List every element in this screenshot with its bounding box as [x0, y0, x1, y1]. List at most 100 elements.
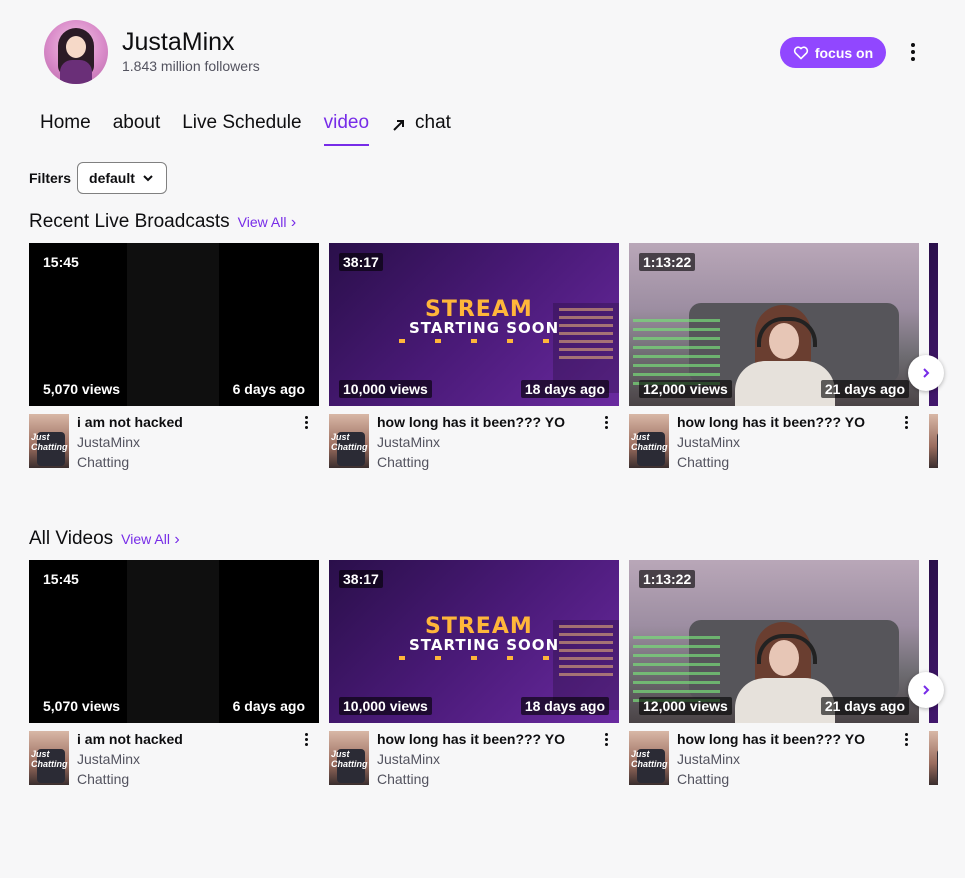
thumbnail-text-starting-soon: STARTING SOON — [409, 636, 560, 654]
category-box-art[interactable]: Just Chatting — [329, 731, 369, 785]
thumbnail-text-starting-soon: STARTING SOON — [409, 319, 560, 337]
video-card[interactable]: STREAM STARTING SOON 38:17 10,000 views … — [329, 560, 619, 789]
video-more-options-icon[interactable] — [605, 416, 609, 430]
video-category[interactable]: Chatting — [77, 454, 129, 470]
video-thumbnail[interactable]: 15:45 5,070 views 6 days ago — [29, 243, 319, 406]
heart-icon — [793, 45, 808, 59]
video-card[interactable]: 1:13:22 12,000 views 21 days ago Just Ch… — [629, 243, 919, 472]
video-row-all: 15:45 5,070 views 6 days ago Just Chatti… — [29, 560, 938, 790]
category-box-art[interactable]: Just Chatting — [629, 731, 669, 785]
category-box-art[interactable]: Just Chatting — [629, 414, 669, 468]
view-count-badge: 10,000 views — [339, 380, 432, 398]
video-more-options-icon[interactable] — [905, 733, 909, 747]
video-title[interactable]: i am not hacked — [77, 414, 183, 430]
chevron-right-icon — [923, 685, 930, 695]
video-channel[interactable]: JustaMinx — [677, 751, 740, 767]
video-channel[interactable]: JustaMinx — [77, 434, 140, 450]
view-count-badge: 5,070 views — [39, 697, 125, 715]
duration-badge: 38:17 — [339, 570, 383, 588]
filter-dropdown[interactable]: default — [77, 162, 167, 194]
video-more-options-icon[interactable] — [605, 733, 609, 747]
duration-badge: 15:45 — [39, 570, 83, 588]
view-all-link[interactable]: View All — [121, 531, 180, 549]
video-thumbnail[interactable]: 1:13:22 12,000 views 21 days ago — [629, 560, 919, 723]
section-title-all-videos: All Videos View All — [29, 528, 180, 550]
view-count-badge: 10,000 views — [339, 697, 432, 715]
box-art-text: Just Chatting — [631, 432, 668, 452]
filters-label: Filters — [29, 170, 72, 186]
upload-age-badge: 18 days ago — [520, 380, 609, 398]
box-art-text: Just Chatting — [331, 749, 368, 769]
video-thumbnail[interactable]: 15:45 5,070 views 6 days ago — [29, 560, 319, 723]
channel-avatar[interactable] — [44, 20, 108, 84]
carousel-next-button[interactable] — [908, 355, 944, 391]
follow-button-label: focus on — [814, 44, 874, 61]
video-title[interactable]: i am not hacked — [77, 731, 183, 747]
section-title-text: All Videos — [29, 528, 114, 549]
upload-age-badge: 18 days ago — [520, 697, 609, 715]
follow-button[interactable]: focus on — [780, 37, 886, 68]
video-card[interactable]: 1:13:22 12,000 views 21 days ago Just Ch… — [629, 560, 919, 789]
category-box-art[interactable]: Just Chatting — [29, 731, 69, 785]
box-art-text: Just Chatting — [331, 432, 368, 452]
filters-bar: Filters default — [29, 162, 167, 194]
video-title[interactable]: how long has it been??? YO — [377, 731, 565, 747]
video-channel[interactable]: JustaMinx — [77, 751, 140, 767]
video-title[interactable]: how long has it been??? YO — [377, 414, 565, 430]
video-thumbnail[interactable]: STREAM STARTING SOON 38:17 10,000 views … — [329, 560, 619, 723]
video-category[interactable]: Chatting — [677, 771, 729, 787]
tab-label: chat — [415, 112, 451, 133]
tab-label: about — [112, 112, 161, 133]
video-category[interactable]: Chatting — [377, 771, 429, 787]
duration-badge: 1:13:22 — [639, 570, 696, 588]
duration-badge: 1:13:22 — [639, 253, 696, 271]
carousel-next-button[interactable] — [908, 672, 944, 708]
video-card[interactable]: 15:45 5,070 views 6 days ago Just Chatti… — [29, 560, 319, 789]
video-title[interactable]: how long has it been??? YO — [677, 414, 865, 430]
video-more-options-icon[interactable] — [905, 416, 909, 430]
video-channel[interactable]: JustaMinx — [377, 751, 440, 767]
video-more-options-icon[interactable] — [305, 733, 309, 747]
view-count-badge: 5,070 views — [39, 380, 125, 398]
tab-about[interactable]: about — [113, 112, 161, 146]
video-channel[interactable]: JustaMinx — [677, 434, 740, 450]
channel-name[interactable]: JustaMinx — [122, 28, 235, 57]
category-box-art[interactable]: Just Chatting — [329, 414, 369, 468]
more-options-icon[interactable] — [906, 40, 920, 64]
section-title-text: Recent Live Broadcasts — [29, 211, 230, 232]
tab-label: Live Schedule — [182, 112, 302, 133]
box-art-text: Just Chatting — [31, 749, 68, 769]
tab-home[interactable]: Home — [40, 112, 91, 146]
video-card[interactable]: 15:45 5,070 views 6 days ago Just Chatti… — [29, 243, 319, 472]
channel-tabs: Home about Live Schedule video chat — [40, 112, 473, 148]
tab-video[interactable]: video — [323, 112, 370, 146]
video-more-options-icon[interactable] — [305, 416, 309, 430]
box-art-text: Just Chatting — [31, 432, 68, 452]
follower-count: 1.843 million followers — [122, 58, 260, 74]
external-arrow-icon — [393, 120, 405, 131]
tab-live-schedule[interactable]: Live Schedule — [182, 112, 301, 146]
video-category[interactable]: Chatting — [377, 454, 429, 470]
view-count-badge: 12,000 views — [639, 697, 732, 715]
section-title-recent: Recent Live Broadcasts View All — [29, 211, 296, 233]
category-box-art[interactable] — [929, 731, 938, 785]
tab-chat[interactable]: chat — [391, 112, 451, 146]
chevron-down-icon — [143, 175, 153, 182]
video-category[interactable]: Chatting — [677, 454, 729, 470]
view-all-link[interactable]: View All — [238, 214, 297, 232]
category-box-art[interactable] — [929, 414, 938, 468]
video-title[interactable]: how long has it been??? YO — [677, 731, 865, 747]
filter-selected-value: default — [89, 170, 135, 186]
upload-age-badge: 6 days ago — [228, 380, 309, 398]
tab-label: Home — [40, 112, 91, 133]
duration-badge: 15:45 — [39, 253, 83, 271]
video-channel[interactable]: JustaMinx — [377, 434, 440, 450]
video-thumbnail[interactable]: 1:13:22 12,000 views 21 days ago — [629, 243, 919, 406]
video-thumbnail[interactable]: STREAM STARTING SOON 38:17 10,000 views … — [329, 243, 619, 406]
video-card[interactable]: STREAM STARTING SOON 38:17 10,000 views … — [329, 243, 619, 472]
category-box-art[interactable]: Just Chatting — [29, 414, 69, 468]
video-row-recent: 15:45 5,070 views 6 days ago Just Chatti… — [29, 243, 938, 473]
upload-age-badge: 6 days ago — [228, 697, 309, 715]
video-category[interactable]: Chatting — [77, 771, 129, 787]
upload-age-badge: 21 days ago — [820, 380, 909, 398]
